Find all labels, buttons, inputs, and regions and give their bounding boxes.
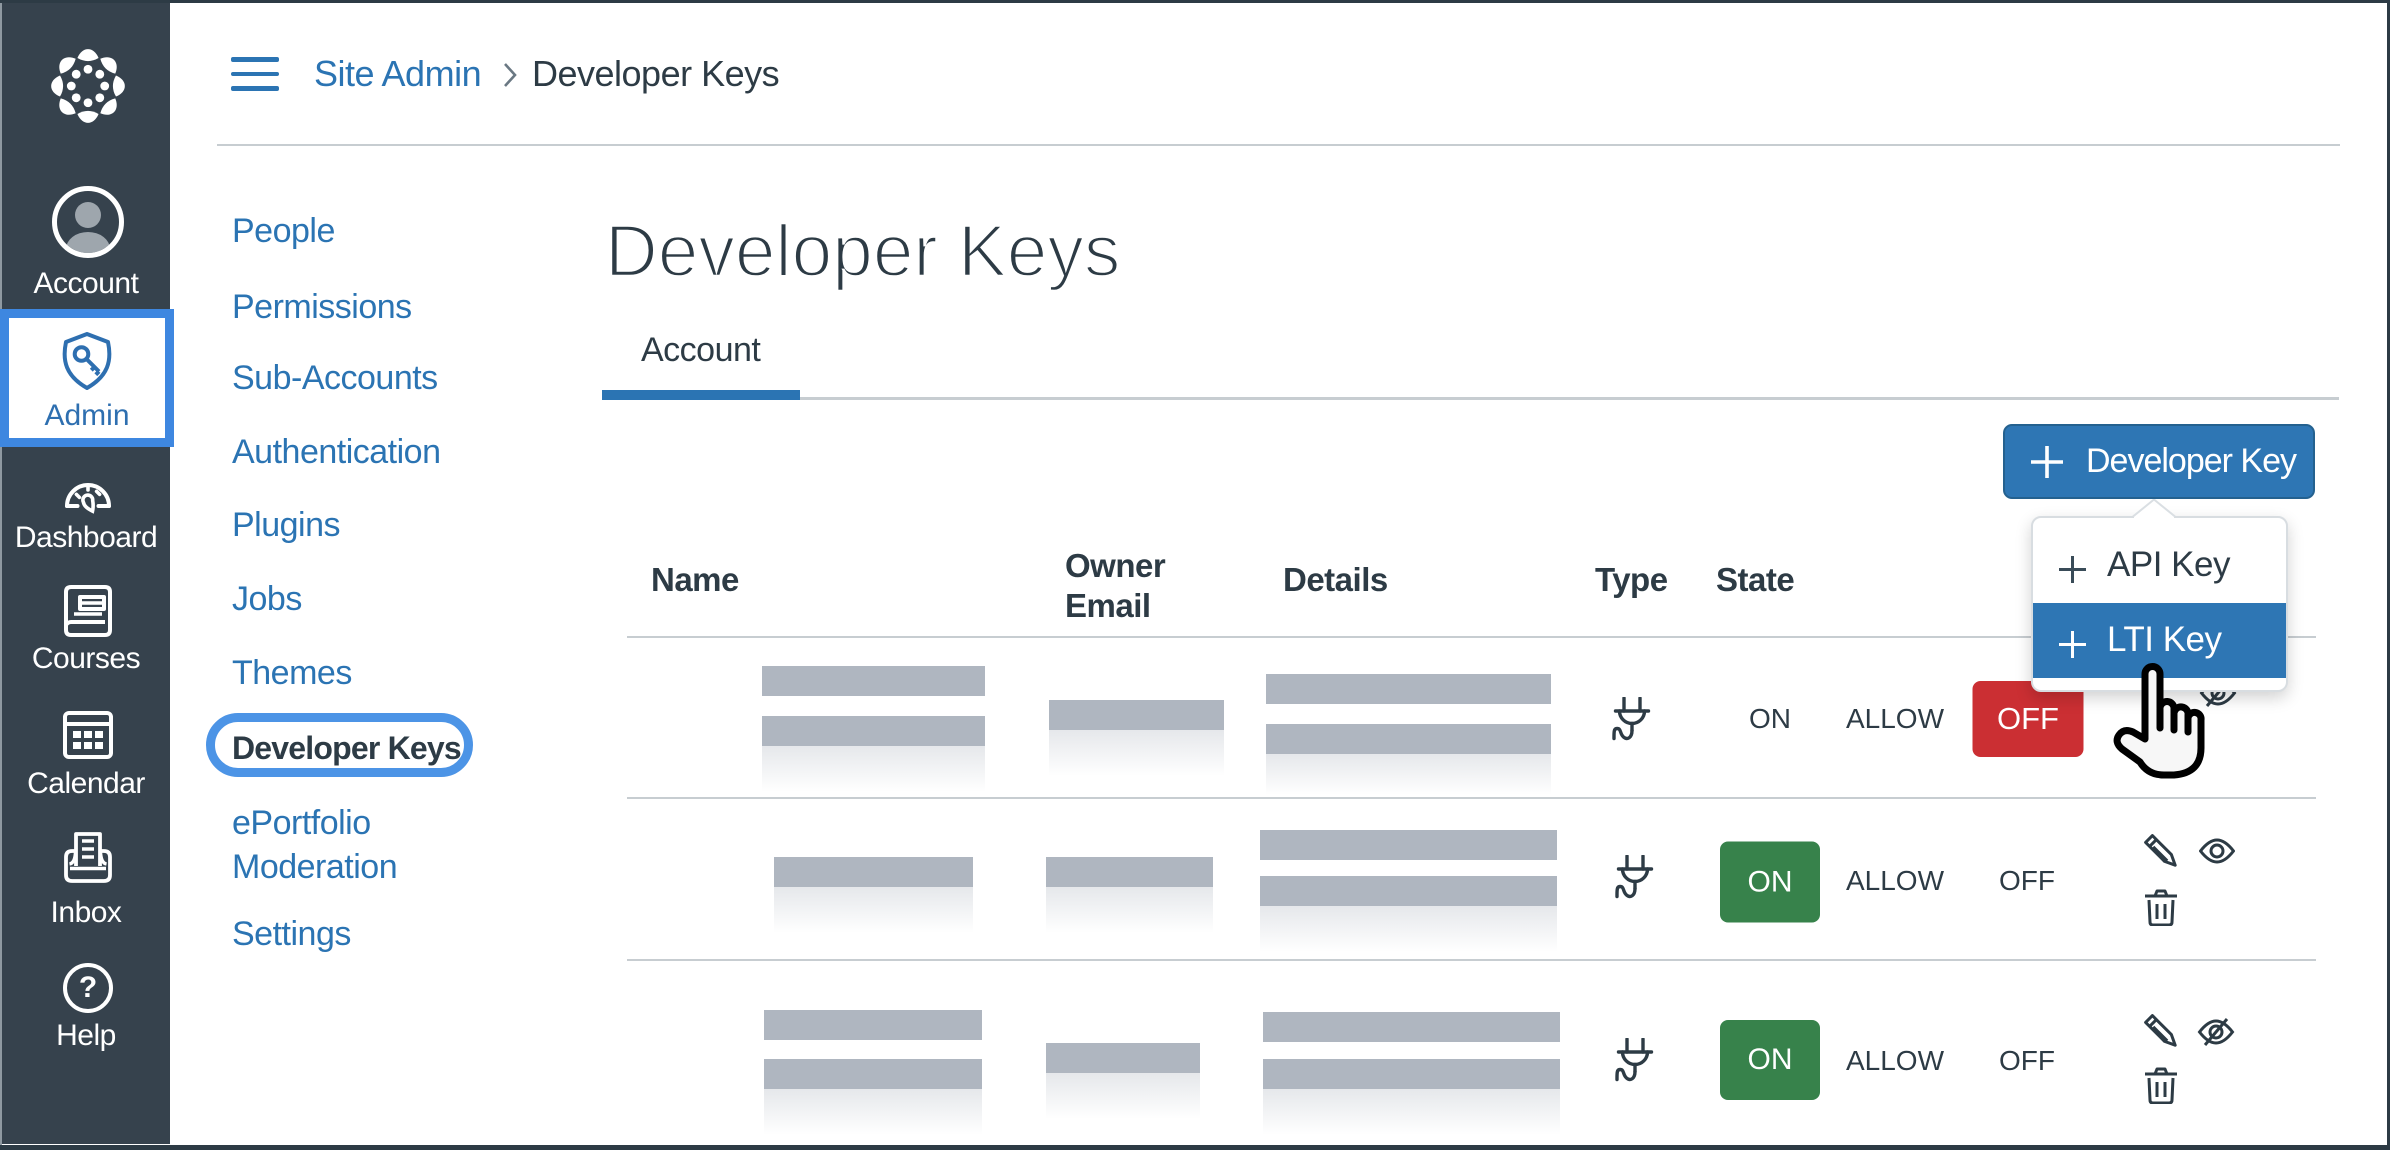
svg-text:?: ? xyxy=(79,971,97,1004)
